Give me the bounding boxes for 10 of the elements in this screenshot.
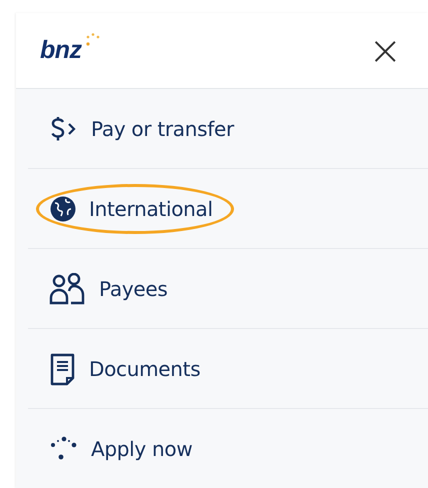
close-button[interactable]: ×	[364, 30, 406, 70]
menu-item[interactable]: International	[36, 184, 234, 234]
menu-item[interactable]: Documents	[36, 342, 220, 394]
globe-icon	[49, 194, 77, 222]
logo-text: bnz	[40, 36, 82, 65]
menu-item[interactable]: Payees	[36, 264, 186, 314]
people-icon	[49, 272, 87, 304]
menu-item[interactable]: Apply now	[36, 426, 212, 472]
menu-item[interactable]: Pay or transfer	[36, 106, 253, 152]
document-icon	[49, 352, 77, 386]
